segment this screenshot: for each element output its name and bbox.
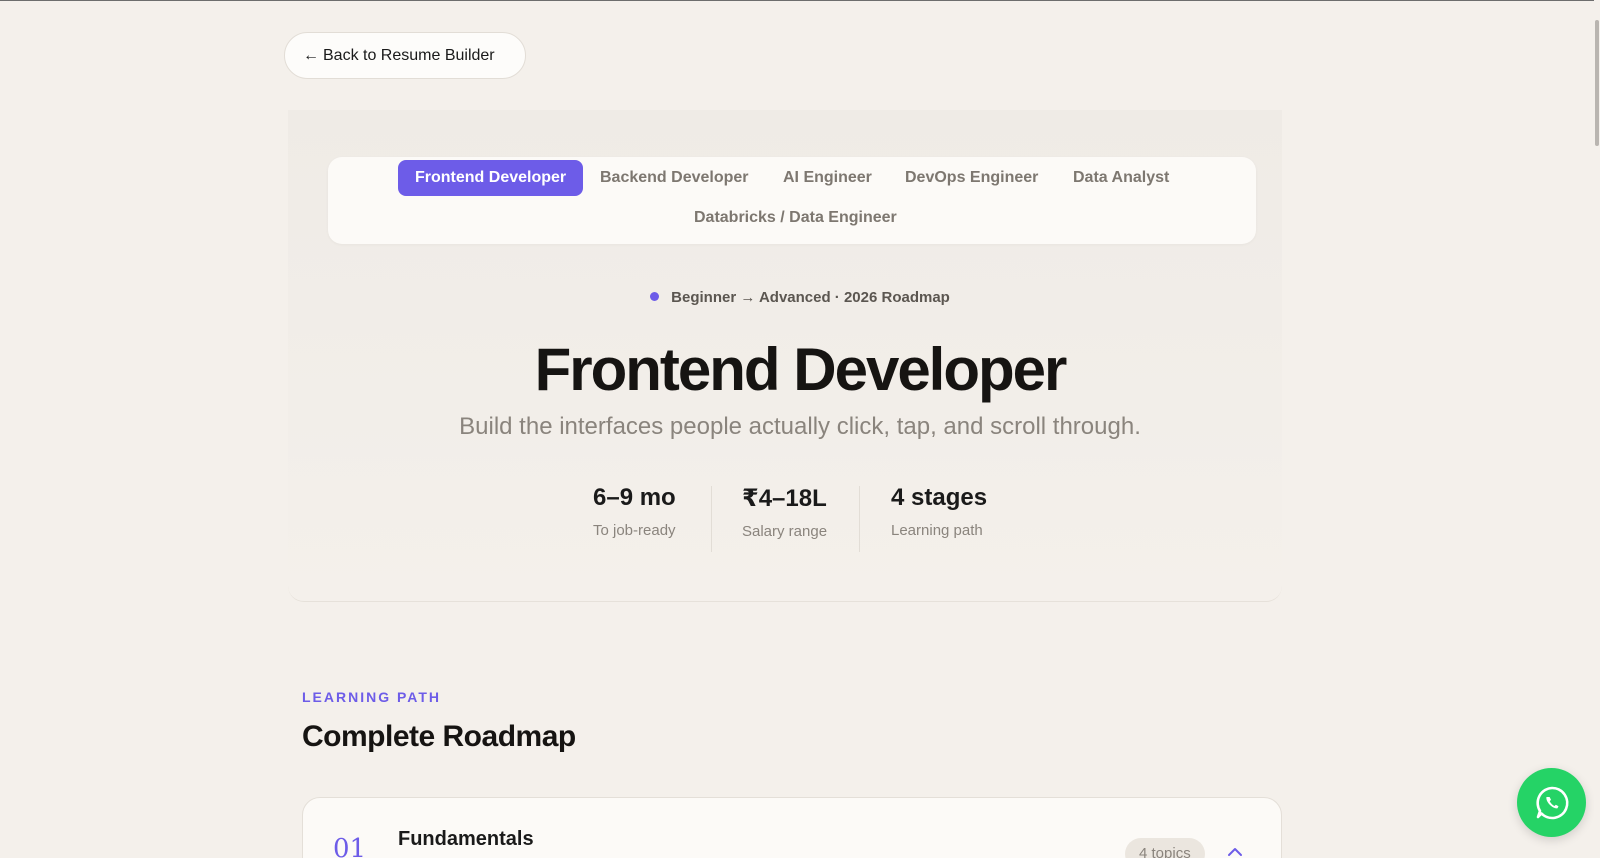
scrollbar[interactable] xyxy=(1594,0,1600,858)
tab-data-analyst[interactable]: Data Analyst xyxy=(1056,160,1186,196)
level-badge-text: Beginner → Advanced · 2026 Roadmap xyxy=(671,289,950,306)
stage-name: Fundamentals xyxy=(398,828,534,850)
whatsapp-icon xyxy=(1535,786,1568,819)
back-button-label: Back to Resume Builder xyxy=(323,46,495,64)
arrow-left-icon: ← xyxy=(303,46,319,64)
stat-value: 6–9 mo xyxy=(593,484,676,511)
stat-divider xyxy=(711,486,712,552)
tab-devops-engineer[interactable]: DevOps Engineer xyxy=(888,160,1055,196)
stat-salary: ₹4–18L Salary range xyxy=(742,484,827,540)
section-eyebrow: LEARNING PATH xyxy=(302,689,442,705)
level-badge: Beginner → Advanced · 2026 Roadmap xyxy=(0,289,1600,306)
page-subtitle: Build the interfaces people actually cli… xyxy=(459,413,1141,440)
back-to-resume-builder-button[interactable]: ← Back to Resume Builder xyxy=(284,32,526,79)
stat-label: Salary range xyxy=(742,523,828,540)
stat-value: 4 stages xyxy=(891,484,988,511)
tab-ai-engineer[interactable]: AI Engineer xyxy=(766,160,889,196)
tab-frontend-developer[interactable]: Frontend Developer xyxy=(398,160,584,196)
scrollbar-thumb[interactable] xyxy=(1595,20,1599,146)
stats-row: 6–9 mo To job-ready ₹4–18L Salary range … xyxy=(0,484,1600,554)
role-tabs: Frontend Developer Backend Developer AI … xyxy=(328,157,1256,244)
stat-label: To job-ready xyxy=(593,522,676,539)
stat-value: ₹4–18L xyxy=(742,485,827,512)
stat-stages: 4 stages Learning path xyxy=(891,484,987,539)
tab-backend-developer[interactable]: Backend Developer xyxy=(583,160,766,196)
stat-duration: 6–9 mo To job-ready xyxy=(593,484,676,539)
page-title: Frontend Developer xyxy=(534,336,1068,403)
stage-number: 01 xyxy=(333,834,367,858)
whatsapp-chat-button[interactable] xyxy=(1517,768,1586,837)
section-title: Complete Roadmap xyxy=(302,720,576,753)
topics-count-badge: 4 topics xyxy=(1125,838,1205,858)
tab-databricks-data-engineer[interactable]: Databricks / Data Engineer xyxy=(677,200,914,236)
stat-divider xyxy=(859,486,860,552)
window-top-border xyxy=(0,0,1600,1)
stage-card-fundamentals[interactable]: 01 Fundamentals 4 topics xyxy=(302,797,1282,858)
stat-label: Learning path xyxy=(891,522,983,539)
badge-dot-icon xyxy=(650,292,660,301)
chevron-up-icon[interactable] xyxy=(1227,844,1243,858)
